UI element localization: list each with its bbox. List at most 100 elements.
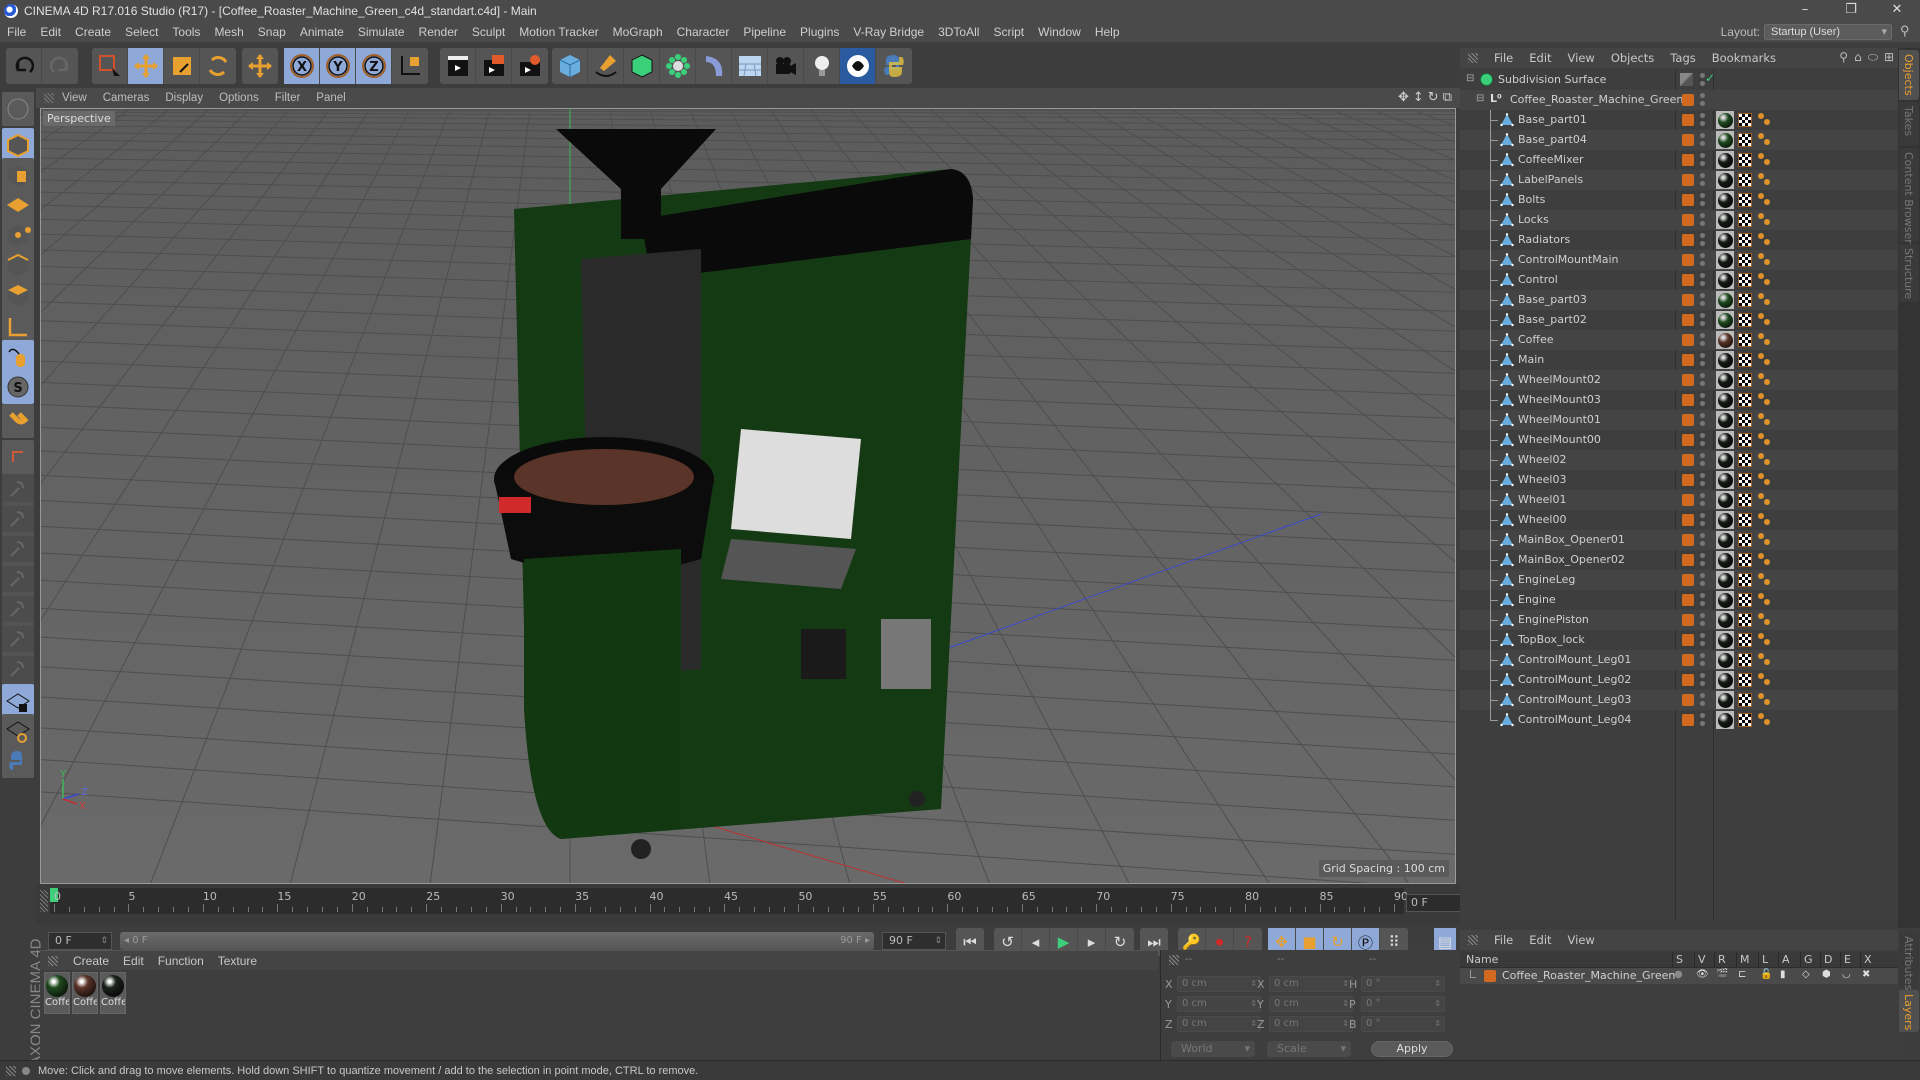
phong-tag-icon[interactable] — [1758, 253, 1772, 267]
material-tag-icon[interactable] — [1716, 511, 1734, 529]
layer-manager-toggle-icon[interactable]: ⊏ — [1738, 969, 1746, 980]
material-swatch[interactable]: Coffe — [100, 972, 126, 1014]
layer-column-e[interactable]: E — [1844, 953, 1851, 966]
end-frame-field[interactable]: 90 F — [882, 932, 946, 950]
uvw-tag-icon[interactable] — [1738, 113, 1752, 127]
layer-color-swatch[interactable] — [1682, 294, 1694, 306]
viewport-menu-filter[interactable]: Filter — [267, 92, 309, 104]
visibility-dots[interactable] — [1700, 253, 1705, 267]
x-axis-button[interactable]: X — [284, 48, 320, 84]
coordinate-field[interactable]: 0 ° — [1361, 1016, 1445, 1032]
uvw-tag-icon[interactable] — [1738, 213, 1752, 227]
layer-color-swatch[interactable] — [1682, 414, 1694, 426]
tweak-mode-button[interactable] — [2, 340, 34, 374]
texture-mode-button[interactable] — [2, 158, 34, 192]
menu-help[interactable]: Help — [1088, 25, 1127, 39]
layer-color-swatch[interactable] — [1682, 154, 1694, 166]
material-tag-icon[interactable] — [1716, 431, 1734, 449]
visibility-dots[interactable] — [1700, 593, 1705, 607]
phong-tag-icon[interactable] — [1758, 533, 1772, 547]
uvw-tag-icon[interactable] — [1738, 413, 1752, 427]
apply-button[interactable]: Apply — [1371, 1041, 1453, 1057]
uvw-tag-icon[interactable] — [1738, 713, 1752, 727]
material-tag-icon[interactable] — [1716, 531, 1734, 549]
uvw-tag-icon[interactable] — [1738, 613, 1752, 627]
layer-color-swatch[interactable] — [1682, 654, 1694, 666]
object-row[interactable]: WheelMount02 — [1460, 370, 1898, 390]
phong-tag-icon[interactable] — [1758, 713, 1772, 727]
phong-tag-icon[interactable] — [1758, 613, 1772, 627]
phong-tag-icon[interactable] — [1758, 353, 1772, 367]
object-menu-bookmarks[interactable]: Bookmarks — [1704, 51, 1784, 65]
layer-color-swatch[interactable] — [1682, 674, 1694, 686]
visibility-dots[interactable] — [1700, 693, 1705, 707]
coordinate-field[interactable]: 0 cm — [1269, 1016, 1353, 1032]
panel-grip-icon[interactable] — [44, 93, 54, 103]
viewport-menu-cameras[interactable]: Cameras — [95, 92, 158, 104]
panel-grip-icon[interactable] — [1468, 935, 1478, 945]
pin-pose-button[interactable] — [2, 622, 34, 656]
object-row[interactable]: ControlMount_Leg04 — [1460, 710, 1898, 730]
visibility-dots[interactable] — [1700, 673, 1705, 687]
visibility-dots[interactable] — [1700, 393, 1705, 407]
layer-color-swatch[interactable] — [1682, 194, 1694, 206]
uvw-tag-icon[interactable] — [1738, 253, 1752, 267]
object-row[interactable]: ControlMountMain — [1460, 250, 1898, 270]
uvw-tag-icon[interactable] — [1738, 553, 1752, 567]
layer-visible-toggle-icon[interactable]: 👁 — [1696, 969, 1709, 980]
layer-animation-toggle-icon[interactable]: ▮ — [1780, 969, 1786, 980]
material-tag-icon[interactable] — [1716, 711, 1734, 729]
menu-tools[interactable]: Tools — [165, 25, 207, 39]
object-row[interactable]: Main — [1460, 350, 1898, 370]
make-editable-button[interactable] — [2, 92, 34, 126]
layer-color-swatch[interactable] — [1682, 714, 1694, 726]
uvw-tag-icon[interactable] — [1738, 393, 1752, 407]
render-view-button[interactable] — [440, 48, 476, 84]
phong-tag-icon[interactable] — [1758, 573, 1772, 587]
uvw-tag-icon[interactable] — [1738, 373, 1752, 387]
layer-color-swatch[interactable] — [1682, 214, 1694, 226]
layer-xref-toggle-icon[interactable]: ✖ — [1862, 969, 1870, 980]
perspective-viewport[interactable]: Y Z X Perspective Grid Spacing : 100 cm — [40, 108, 1456, 884]
uvw-tag-icon[interactable] — [1738, 173, 1752, 187]
uvw-tag-icon[interactable] — [1738, 193, 1752, 207]
material-tag-icon[interactable] — [1716, 331, 1734, 349]
object-row[interactable]: Wheel02 — [1460, 450, 1898, 470]
layer-column-m[interactable]: M — [1740, 953, 1750, 966]
tab-takes[interactable]: Takes — [1899, 102, 1919, 146]
material-tag-icon[interactable] — [1716, 411, 1734, 429]
visibility-dots[interactable] — [1700, 133, 1705, 147]
menu-select[interactable]: Select — [118, 25, 165, 39]
viewport-menu-options[interactable]: Options — [211, 92, 267, 104]
light-button[interactable] — [804, 48, 840, 84]
material-tag-icon[interactable] — [1716, 631, 1734, 649]
material-tag-icon[interactable] — [1716, 251, 1734, 269]
phong-tag-icon[interactable] — [1758, 193, 1772, 207]
pan-view-icon[interactable]: ✥ — [1398, 90, 1409, 105]
layer-color-swatch[interactable] — [1682, 574, 1694, 586]
material-tag-icon[interactable] — [1716, 491, 1734, 509]
phong-tag-icon[interactable] — [1758, 493, 1772, 507]
object-row[interactable]: TopBox_lock — [1460, 630, 1898, 650]
material-tag-icon[interactable] — [1716, 231, 1734, 249]
layer-column-l[interactable]: L — [1762, 953, 1768, 966]
array-button[interactable] — [660, 48, 696, 84]
menu-motion-tracker[interactable]: Motion Tracker — [512, 25, 605, 39]
visibility-dots[interactable] — [1700, 373, 1705, 387]
layer-color-swatch[interactable] — [1484, 970, 1496, 982]
layer-column-g[interactable]: G — [1804, 953, 1813, 966]
visibility-dots[interactable] — [1700, 153, 1705, 167]
coordinate-space-dropdown[interactable]: World — [1171, 1041, 1255, 1057]
material-tag-icon[interactable] — [1716, 311, 1734, 329]
material-menu-create[interactable]: Create — [66, 954, 116, 968]
frame-range-slider[interactable]: ◂ 0 F 90 F ▸ — [120, 932, 874, 950]
redo-button[interactable] — [42, 48, 78, 84]
object-menu-objects[interactable]: Objects — [1603, 51, 1662, 65]
panel-grip-icon[interactable] — [48, 955, 58, 966]
layer-color-swatch[interactable] — [1682, 434, 1694, 446]
object-row[interactable]: Base_part01 — [1460, 110, 1898, 130]
material-tag-icon[interactable] — [1716, 611, 1734, 629]
uvw-tag-icon[interactable] — [1738, 233, 1752, 247]
bend-deformer-button[interactable] — [696, 48, 732, 84]
object-menu-view[interactable]: View — [1560, 51, 1603, 65]
